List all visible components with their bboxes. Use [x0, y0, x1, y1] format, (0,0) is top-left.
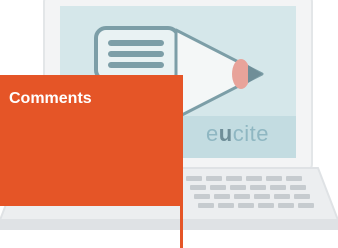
card-stem — [180, 206, 183, 248]
comments-tile[interactable]: eucite Comments — [0, 0, 338, 248]
document-lines-icon — [94, 26, 180, 82]
brand-suffix: cite — [232, 121, 269, 146]
brand-prefix: e — [206, 121, 219, 146]
brand-logo-text: eucite — [206, 121, 269, 147]
comments-label: Comments — [9, 90, 92, 107]
brand-strong: u — [218, 121, 233, 146]
